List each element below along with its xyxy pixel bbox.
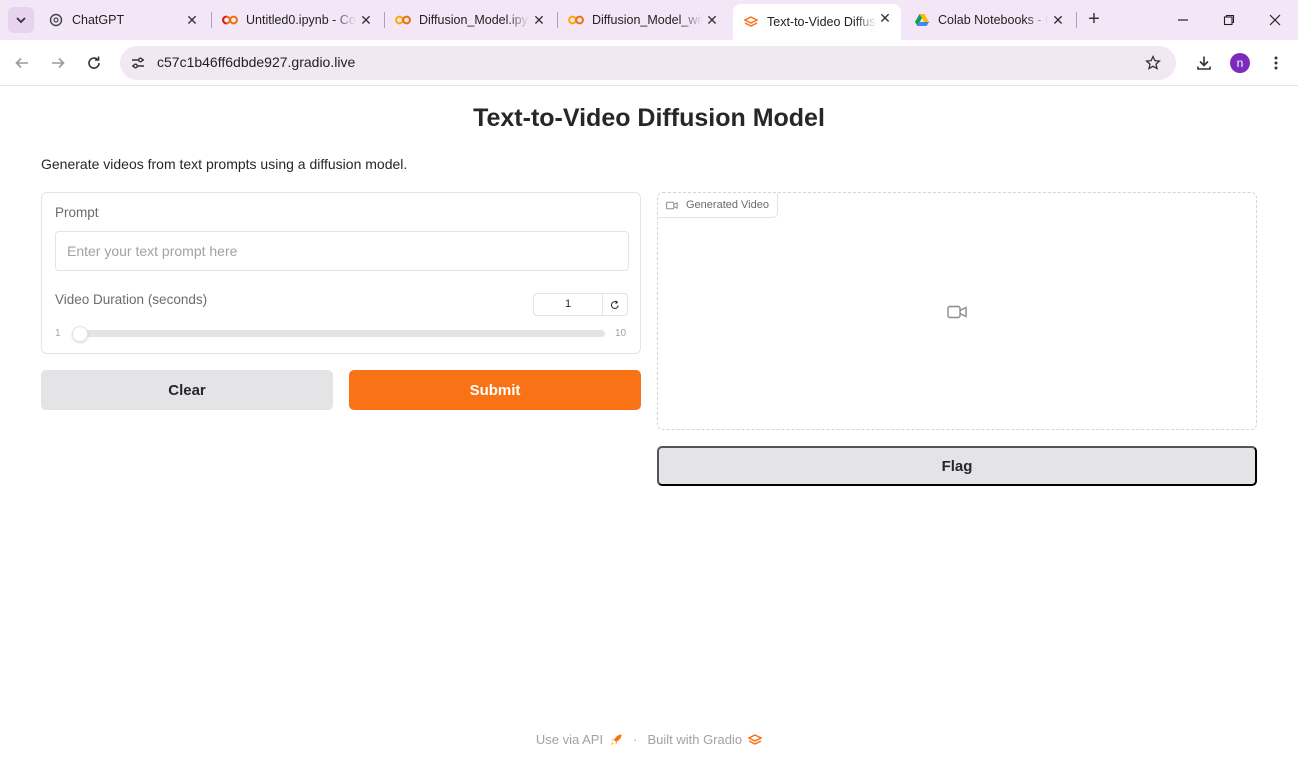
generated-video-panel: Generated Video [657, 192, 1257, 430]
restore-icon [1223, 14, 1235, 26]
tab-separator [1076, 12, 1077, 28]
video-label-text: Generated Video [686, 199, 769, 211]
openai-icon [48, 12, 64, 28]
reload-icon [88, 56, 100, 69]
prompt-input[interactable] [55, 231, 629, 271]
site-info-icon[interactable] [126, 51, 150, 75]
use-via-api-link[interactable]: Use via API [536, 732, 603, 747]
slider-max-label: 10 [615, 328, 627, 339]
input-panel: Prompt Video Duration (seconds) 1 1 10 [41, 192, 641, 354]
tab-colab-notebooks[interactable]: Colab Notebooks - Google Drive ✕ [904, 6, 1074, 34]
arrow-left-icon [15, 57, 28, 69]
rocket-icon [609, 733, 623, 747]
colab-icon [222, 12, 238, 28]
colab-icon [568, 12, 584, 28]
close-tab-icon[interactable]: ✕ [531, 12, 547, 28]
duration-label: Video Duration (seconds) [55, 292, 208, 307]
tab-title: Diffusion_Model_with [592, 13, 702, 27]
built-with-gradio-link[interactable]: Built with Gradio [647, 732, 742, 747]
flag-button[interactable]: Flag [657, 446, 1257, 486]
duration-reset-button[interactable] [603, 294, 627, 315]
close-window-button[interactable] [1263, 8, 1287, 32]
close-tab-icon[interactable]: ✕ [358, 12, 374, 28]
gradio-logo-icon [748, 733, 763, 746]
profile-avatar[interactable]: n [1230, 53, 1250, 73]
restore-button[interactable] [1217, 8, 1241, 32]
tab-untitled0[interactable]: Untitled0.ipynb - Colab ✕ [212, 6, 382, 34]
minimize-button[interactable] [1171, 8, 1195, 32]
new-tab-button[interactable]: + [1082, 8, 1106, 32]
colab-icon [395, 12, 411, 28]
tab-diffusion-model[interactable]: Diffusion_Model.ipynb ✕ [385, 6, 555, 34]
tab-title: Untitled0.ipynb - Colab [246, 13, 356, 27]
submit-button[interactable]: Submit [349, 370, 641, 410]
close-icon [1269, 14, 1281, 26]
tab-diffusion-model-with[interactable]: Diffusion_Model_with ✕ [558, 6, 728, 34]
browser-toolbar: c57c1b46ff6dbde927.gradio.live n [0, 40, 1298, 86]
tab-title: ChatGPT [72, 13, 125, 27]
close-tab-icon[interactable]: ✕ [877, 10, 893, 26]
footer: Use via API · Built with Gradio [0, 732, 1298, 747]
browser-menu-button[interactable] [1264, 51, 1288, 75]
duration-number-input[interactable]: 1 [534, 294, 603, 315]
tab-text-to-video[interactable]: Text-to-Video Diffusion ✕ [733, 4, 901, 40]
video-placeholder-icon [946, 303, 968, 321]
reload-button[interactable] [82, 51, 106, 75]
video-camera-icon [666, 201, 678, 210]
close-tab-icon[interactable]: ✕ [704, 12, 720, 28]
bookmark-star-icon[interactable] [1142, 52, 1164, 74]
url-text: c57c1b46ff6dbde927.gradio.live [157, 54, 356, 70]
chevron-down-icon [16, 17, 26, 24]
duration-number-box: 1 [533, 293, 628, 316]
forward-button[interactable] [46, 51, 70, 75]
slider-min-label: 1 [55, 328, 61, 339]
tab-chatgpt[interactable]: ChatGPT ✕ [38, 6, 208, 34]
page-description: Generate videos from text prompts using … [41, 156, 408, 172]
close-tab-icon[interactable]: ✕ [184, 12, 200, 28]
drive-icon [914, 12, 930, 28]
browser-tabstrip: ChatGPT ✕ Untitled0.ipynb - Colab ✕ Diff… [0, 0, 1298, 40]
close-tab-icon[interactable]: ✕ [1050, 12, 1066, 28]
tab-title: Text-to-Video Diffusion [767, 15, 877, 29]
download-icon [1197, 56, 1211, 70]
tab-title: Colab Notebooks - Google Drive [938, 13, 1048, 27]
minimize-icon [1178, 19, 1188, 21]
footer-separator: · [633, 732, 638, 747]
video-label-tag: Generated Video [658, 193, 778, 218]
page-title: Text-to-Video Diffusion Model [473, 104, 825, 132]
prompt-label: Prompt [55, 205, 99, 220]
kebab-menu-icon [1274, 56, 1278, 70]
tab-search-button[interactable] [8, 7, 34, 33]
address-bar[interactable]: c57c1b46ff6dbde927.gradio.live [120, 46, 1176, 80]
duration-slider[interactable] [72, 326, 605, 342]
downloads-button[interactable] [1192, 51, 1216, 75]
reset-icon [610, 299, 619, 309]
back-button[interactable] [10, 51, 34, 75]
arrow-right-icon [52, 57, 65, 69]
clear-button[interactable]: Clear [41, 370, 333, 410]
tab-title: Diffusion_Model.ipynb [419, 13, 529, 27]
slider-thumb[interactable] [72, 326, 88, 342]
gradio-icon [743, 14, 759, 30]
